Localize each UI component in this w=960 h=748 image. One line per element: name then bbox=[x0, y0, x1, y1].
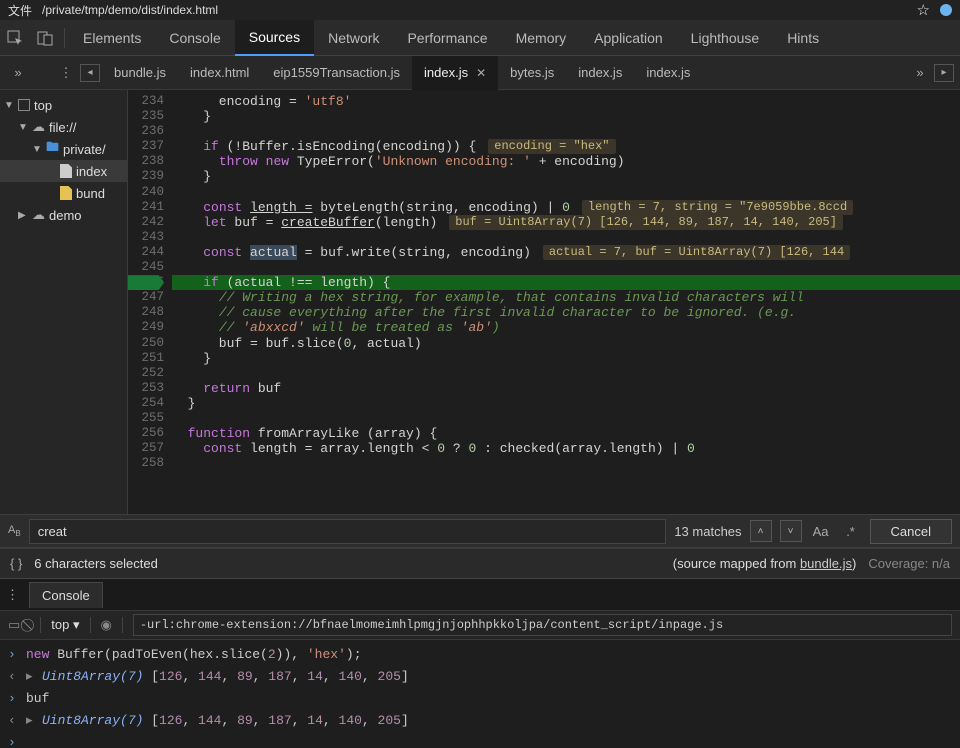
line-gutter[interactable]: 2342352362372382392402412422432442452462… bbox=[128, 90, 172, 514]
inline-watch: actual = 7, buf = Uint8Array(7) [126, 14… bbox=[543, 245, 850, 260]
nav-item[interactable]: index bbox=[0, 160, 127, 182]
console-filter-input[interactable] bbox=[133, 614, 952, 636]
nav-prev-icon[interactable]: ◂ bbox=[80, 64, 100, 82]
coverage-status: Coverage: n/a bbox=[868, 556, 950, 571]
execution-context[interactable]: top ▾ bbox=[51, 617, 79, 633]
nav-item[interactable]: ▼ top bbox=[0, 94, 127, 116]
file-tab[interactable]: bytes.js bbox=[498, 56, 566, 90]
console-input-history: new Buffer(padToEven(hex.slice(2)), 'hex… bbox=[26, 644, 362, 666]
file-tab[interactable]: index.html bbox=[178, 56, 261, 90]
inspect-element-icon[interactable] bbox=[0, 20, 30, 56]
search-mode-icon[interactable]: AB bbox=[8, 524, 21, 538]
tab-performance[interactable]: Performance bbox=[393, 20, 501, 56]
nav-item[interactable]: ▶☁ demo bbox=[0, 204, 127, 226]
file-navigator[interactable]: ▼ top▼☁ file://▼🖿 private/ index bund▶☁ … bbox=[0, 90, 128, 514]
inline-watch: length = 7, string = "7e9059bbe.8ccd bbox=[582, 200, 853, 215]
console-prompt[interactable]: › bbox=[8, 732, 20, 748]
console-result: Uint8Array(7) [126, 144, 89, 187, 14, 14… bbox=[42, 666, 409, 688]
source-map-link[interactable]: bundle.js bbox=[800, 556, 852, 571]
file-tab[interactable]: index.js bbox=[634, 56, 702, 90]
nav-item[interactable]: ▼🖿 private/ bbox=[0, 138, 127, 160]
drawer-tab-console[interactable]: Console bbox=[29, 582, 103, 608]
address-label: 文件 bbox=[8, 2, 32, 19]
source-mapped-label: (source mapped from bundle.js) bbox=[673, 556, 857, 571]
tab-lighthouse[interactable]: Lighthouse bbox=[677, 20, 774, 56]
search-cancel-button[interactable]: Cancel bbox=[870, 519, 952, 544]
close-tab-icon[interactable]: ✕ bbox=[476, 66, 486, 80]
tab-application[interactable]: Application bbox=[580, 20, 677, 56]
tab-memory[interactable]: Memory bbox=[502, 20, 581, 56]
tab-elements[interactable]: Elements bbox=[69, 20, 155, 56]
console-input-history: buf bbox=[26, 688, 49, 710]
nav-item[interactable]: bund bbox=[0, 182, 127, 204]
inline-watch: buf = Uint8Array(7) [126, 144, 89, 187, … bbox=[449, 215, 843, 230]
file-tab[interactable]: bundle.js bbox=[102, 56, 178, 90]
file-tab[interactable]: index.js bbox=[566, 56, 634, 90]
file-tab[interactable]: eip1559Transaction.js bbox=[261, 56, 412, 90]
code-editor[interactable]: encoding = 'utf8' } if (!Buffer.isEncodi… bbox=[172, 90, 960, 514]
live-expression-icon[interactable]: ◉ bbox=[101, 617, 112, 633]
search-next-button[interactable]: ˅ bbox=[780, 520, 802, 542]
tabs-overflow-icon[interactable]: » bbox=[908, 65, 932, 80]
file-tab[interactable]: index.js✕ bbox=[412, 56, 498, 90]
bookmark-star-icon[interactable]: ☆ bbox=[917, 1, 930, 19]
breakpoint-marker[interactable] bbox=[128, 275, 164, 290]
search-case-toggle[interactable]: Aa bbox=[810, 524, 832, 539]
nav-next-icon[interactable]: ▸ bbox=[934, 64, 954, 82]
search-input[interactable] bbox=[29, 519, 667, 544]
more-options-icon[interactable]: ⋮ bbox=[54, 65, 78, 81]
drawer-more-icon[interactable]: ⋮ bbox=[6, 587, 19, 603]
console-sidebar-toggle-icon[interactable]: ▭ bbox=[8, 617, 20, 633]
overflow-more-icon[interactable]: » bbox=[6, 65, 30, 80]
search-prev-button[interactable]: ˄ bbox=[750, 520, 772, 542]
pretty-print-icon[interactable]: { } bbox=[10, 556, 22, 571]
tab-hints[interactable]: Hints bbox=[773, 20, 833, 56]
search-match-count: 13 matches bbox=[674, 524, 741, 539]
selection-status: 6 characters selected bbox=[34, 556, 158, 571]
account-avatar[interactable] bbox=[940, 4, 952, 16]
inline-watch: encoding = "hex" bbox=[488, 139, 615, 154]
device-toolbar-icon[interactable] bbox=[30, 20, 60, 56]
console-result: Uint8Array(7) [126, 144, 89, 187, 14, 14… bbox=[42, 710, 409, 732]
tab-sources[interactable]: Sources bbox=[235, 20, 314, 56]
address-path: /private/tmp/demo/dist/index.html bbox=[42, 3, 218, 17]
console-output[interactable]: › new Buffer(padToEven(hex.slice(2)), 'he… bbox=[0, 640, 960, 748]
tab-console[interactable]: Console bbox=[155, 20, 234, 56]
nav-item[interactable]: ▼☁ file:// bbox=[0, 116, 127, 138]
search-regex-toggle[interactable]: .* bbox=[840, 524, 862, 539]
tab-network[interactable]: Network bbox=[314, 20, 393, 56]
